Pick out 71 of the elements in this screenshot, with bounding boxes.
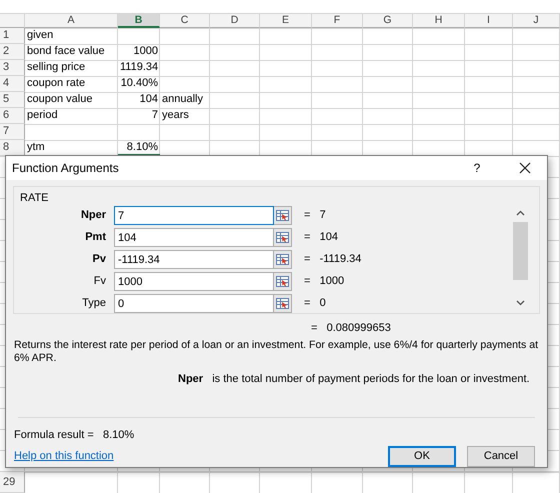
table-cell-text: 104 (138, 92, 159, 107)
table-arrow-icon (276, 232, 289, 243)
column-header[interactable]: B (118, 14, 160, 28)
collapse-button[interactable] (274, 294, 292, 313)
table-cell-text: coupon value (26, 92, 94, 107)
close-icon[interactable] (519, 162, 531, 174)
window-title: Function Arguments (12, 160, 119, 177)
column-header[interactable]: J (513, 14, 560, 28)
column-header[interactable]: A (25, 14, 118, 28)
table-arrow-icon (276, 254, 289, 265)
collapse-button[interactable] (274, 250, 292, 269)
table-cell-text: coupon rate (26, 76, 86, 91)
argument-field[interactable]: 7 (114, 206, 274, 225)
table-cell-text: years (161, 108, 190, 123)
table-cell-text: bond face value (26, 44, 106, 59)
column-header[interactable]: I (465, 14, 513, 28)
row-header[interactable]: 8 (0, 140, 25, 156)
argument-label: Pmt (84, 230, 107, 246)
argument-field[interactable]: 0 (114, 294, 274, 313)
help-button[interactable]: ? (467, 159, 487, 177)
argument-label: Fv (92, 274, 107, 290)
row-header[interactable]: 6 (0, 108, 25, 124)
table-cell-text: annually (161, 92, 204, 107)
result-value: = 0.080999653 (310, 321, 392, 336)
argument-field[interactable]: 104 (114, 228, 274, 247)
column-header[interactable]: E (260, 14, 312, 28)
table-cell-text: 7 (150, 108, 159, 123)
table-cell-text: 1000 (132, 44, 159, 59)
argument-result: = 0 (303, 296, 326, 312)
collapse-button[interactable] (274, 272, 292, 291)
ok-button[interactable]: OK (388, 446, 456, 466)
column-header[interactable]: C (160, 14, 210, 28)
table-arrow-icon (276, 298, 289, 309)
function-name: RATE (20, 191, 49, 206)
row-header[interactable]: 29 (0, 472, 25, 493)
argument-result: = 7 (303, 208, 326, 224)
argument-description: Nper is the total number of payment periods for the loan or investment. (177, 372, 531, 386)
table-cell-text: 1119.34 (119, 60, 160, 75)
table-arrow-icon (276, 210, 289, 221)
column-header[interactable]: G (363, 14, 413, 28)
row-header[interactable]: 3 (0, 60, 25, 76)
argument-field[interactable]: 1000 (114, 272, 274, 291)
argument-result: = 104 (303, 230, 338, 246)
argument-label: Nper (80, 208, 107, 224)
scroll-down-icon[interactable] (516, 300, 525, 306)
row-header[interactable]: 5 (0, 92, 25, 108)
row-header[interactable]: 1 (0, 28, 25, 44)
collapse-button[interactable] (274, 228, 292, 247)
column-header[interactable]: F (312, 14, 363, 28)
row-header[interactable]: 4 (0, 76, 25, 92)
table-arrow-icon (276, 276, 289, 287)
argument-label: Type (81, 296, 107, 312)
scroll-up-icon[interactable] (516, 210, 525, 216)
function-description: Returns the interest rate per period of a loan or an investment. For example, use 6%/4 for quarterly payments at 6% APR. (13, 338, 540, 364)
argument-result: = 1000 (303, 274, 344, 290)
argument-label: Pv (92, 252, 107, 268)
help-link[interactable]: Help on this function (14, 448, 114, 464)
row-header[interactable]: 2 (0, 44, 25, 60)
table-cell-text: ytm (26, 140, 46, 155)
row-header[interactable]: 7 (0, 124, 25, 140)
table-cell-text: given (26, 28, 54, 43)
collapse-button[interactable] (274, 206, 292, 225)
table-cell-text: selling price (26, 60, 86, 75)
table-cell-text: 10.40% (120, 76, 159, 91)
column-header[interactable]: H (413, 14, 465, 28)
cancel-button[interactable]: Cancel (467, 446, 535, 466)
table-cell-text: period (26, 108, 59, 123)
formula-result: Formula result = 8.10% (13, 428, 136, 443)
argument-field[interactable]: -1119.34 (114, 250, 274, 269)
argument-result: = -1119.34 (303, 252, 362, 268)
column-header[interactable]: D (210, 14, 260, 28)
